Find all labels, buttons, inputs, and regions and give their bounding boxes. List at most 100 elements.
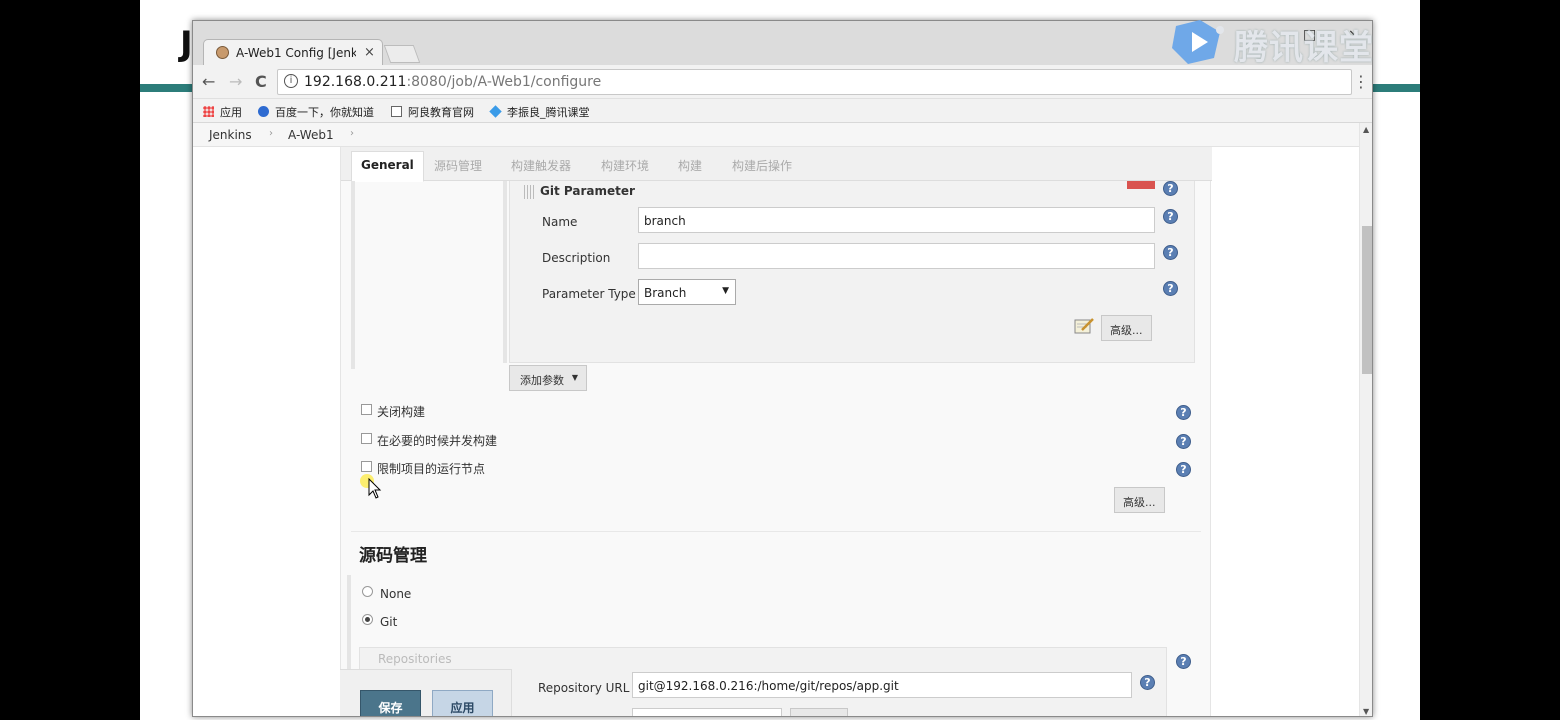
tab-build-triggers[interactable]: 构建触发器 [511, 157, 571, 174]
forward-arrow-icon[interactable]: → [229, 72, 242, 91]
help-icon[interactable]: ? [1163, 209, 1178, 224]
apps-grid-icon [203, 106, 214, 117]
scm-none-label: None [380, 587, 412, 601]
tab-post-build[interactable]: 构建后操作 [732, 157, 792, 174]
scm-none-radio[interactable] [362, 586, 373, 597]
config-tab-bar: General 源码管理 构建触发器 构建环境 构建 构建后操作 [341, 147, 1212, 182]
parameter-type-select[interactable]: Branch ▼ [638, 279, 736, 305]
bookmark-label: 百度一下，你就知道 [275, 106, 374, 119]
help-icon[interactable]: ? [1176, 405, 1191, 420]
restrict-node-label: 限制项目的运行节点 [377, 462, 486, 476]
description-label: Description [542, 251, 611, 265]
notepad-edit-icon[interactable] [1074, 317, 1094, 335]
help-icon[interactable]: ? [1176, 462, 1191, 477]
baidu-paw-icon [258, 106, 269, 117]
repository-url-field[interactable]: git@192.168.0.216:/home/git/repos/app.gi… [632, 672, 1132, 698]
scrollbar-thumb[interactable] [1362, 226, 1372, 374]
description-field[interactable] [638, 243, 1155, 269]
save-apply-bar: 保存 应用 [340, 669, 512, 716]
tab-build-environment[interactable]: 构建环境 [601, 157, 649, 174]
slide-accent-bar-left [140, 84, 194, 92]
scm-git-label: Git [380, 615, 398, 629]
jenkins-favicon-icon [216, 46, 229, 59]
breadcrumb-job[interactable]: A-Web1 [288, 128, 334, 142]
scm-git-radio[interactable] [362, 614, 373, 625]
new-tab-button[interactable] [383, 45, 421, 63]
browser-tab[interactable]: A-Web1 Config [Jenkins] × [203, 39, 383, 65]
section-indent-line [351, 181, 355, 369]
disable-build-checkbox[interactable] [361, 404, 372, 415]
breadcrumb-separator: › [269, 128, 273, 139]
config-panel: General 源码管理 构建触发器 构建环境 构建 构建后操作 Git Par… [340, 147, 1212, 716]
breadcrumb-separator: › [350, 128, 354, 139]
slide-accent-bar-right [1372, 84, 1420, 92]
disable-build-label: 关闭构建 [377, 405, 426, 419]
parameter-type-value: Branch [644, 286, 687, 300]
repositories-label: Repositories [378, 652, 452, 666]
add-credentials-button[interactable] [790, 708, 848, 716]
page-scrollbar[interactable]: ▲ ▼ [1359, 123, 1372, 716]
tab-build[interactable]: 构建 [678, 157, 702, 174]
help-icon[interactable]: ? [1176, 434, 1191, 449]
bookmark-label: 李振良_腾讯课堂 [507, 106, 590, 119]
credentials-select[interactable] [632, 708, 782, 716]
url-host: 192.168.0.211 [304, 74, 407, 90]
mouse-pointer-icon [368, 478, 382, 499]
slide-title-fragment: J [180, 24, 193, 64]
scroll-up-icon[interactable]: ▲ [1363, 125, 1369, 134]
apply-button[interactable]: 应用 [432, 690, 493, 716]
tab-scm[interactable]: 源码管理 [434, 157, 482, 174]
help-icon[interactable]: ? [1140, 675, 1155, 690]
browser-toolbar: ← → C i 192.168.0.211:8080/job/A-Web1/co… [193, 65, 1372, 99]
param-indent-line [503, 181, 507, 363]
bookmark-label: 应用 [220, 106, 242, 119]
tencent-classroom-icon [489, 105, 502, 118]
url-text: 192.168.0.211:8080/job/A-Web1/configure [304, 74, 601, 90]
save-button[interactable]: 保存 [360, 690, 421, 716]
bookmarks-bar: 应用 百度一下，你就知道 阿良教育官网 李振良_腾讯课堂 [193, 99, 1372, 123]
concurrent-build-checkbox[interactable] [361, 433, 372, 444]
tencent-classroom-watermark: 腾讯课堂 [1170, 18, 1380, 68]
parameter-advanced-button[interactable]: 高级... [1101, 315, 1152, 341]
name-field[interactable]: branch [638, 207, 1155, 233]
bookmark-aliang[interactable]: 阿良教育官网 [391, 104, 474, 120]
site-info-icon[interactable]: i [284, 74, 298, 88]
section-divider [351, 531, 1201, 532]
general-advanced-button[interactable]: 高级... [1114, 487, 1165, 513]
scroll-down-icon[interactable]: ▼ [1363, 707, 1369, 716]
add-parameter-button[interactable]: 添加参数 ▼ [509, 365, 587, 391]
bookmark-apps[interactable]: 应用 [203, 104, 242, 120]
chevron-down-icon: ▼ [571, 373, 578, 382]
drag-handle-icon[interactable] [524, 185, 536, 199]
chevron-down-icon: ▼ [722, 286, 729, 296]
add-parameter-label: 添加参数 [520, 374, 564, 387]
page-icon [391, 106, 402, 117]
help-icon[interactable]: ? [1163, 245, 1178, 260]
delete-parameter-button[interactable] [1127, 181, 1155, 189]
watermark-text: 腾讯课堂 [1234, 28, 1374, 68]
bookmark-baidu[interactable]: 百度一下，你就知道 [258, 104, 374, 120]
breadcrumb: Jenkins › A-Web1 › [193, 123, 1359, 147]
help-icon[interactable]: ? [1163, 281, 1178, 296]
bookmark-label: 阿良教育官网 [408, 106, 474, 119]
restrict-node-checkbox[interactable] [361, 461, 372, 472]
tab-general[interactable]: General [351, 151, 424, 182]
jenkins-page: Jenkins › A-Web1 › General 源码管理 构建触发器 构建… [193, 123, 1359, 716]
breadcrumb-jenkins[interactable]: Jenkins [209, 128, 252, 142]
reload-icon[interactable]: C [255, 72, 267, 91]
address-bar[interactable]: i 192.168.0.211:8080/job/A-Web1/configur… [277, 69, 1352, 95]
scm-section-title: 源码管理 [359, 546, 427, 566]
back-arrow-icon[interactable]: ← [202, 72, 215, 91]
help-icon[interactable]: ? [1176, 654, 1191, 669]
close-icon[interactable]: × [364, 45, 375, 60]
git-parameter-title: Git Parameter [540, 184, 635, 198]
browser-window: A-Web1 Config [Jenkins] × – □ × ← → C i … [192, 20, 1373, 717]
tab-title: A-Web1 Config [Jenkins] [236, 46, 356, 60]
bookmark-tencent-classroom[interactable]: 李振良_腾讯课堂 [489, 104, 590, 120]
parameter-type-label: Parameter Type [542, 287, 636, 301]
browser-menu-icon[interactable]: ⋮ [1353, 72, 1369, 91]
concurrent-build-label: 在必要的时候并发构建 [377, 434, 498, 448]
git-parameter-block: Git Parameter Name branch Description Pa… [509, 181, 1195, 363]
tencent-classroom-logo-icon [1172, 20, 1224, 64]
help-icon[interactable]: ? [1163, 181, 1178, 196]
